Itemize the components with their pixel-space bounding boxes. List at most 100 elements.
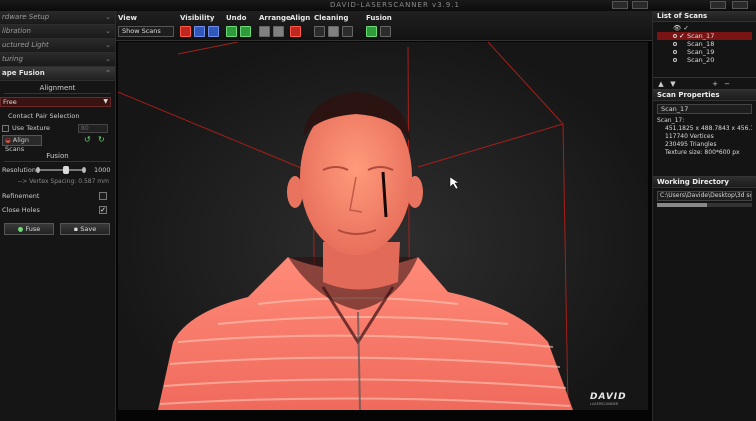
working-directory-scrollbar[interactable] xyxy=(657,203,752,207)
refinement-checkbox[interactable] xyxy=(99,192,107,200)
scan-list-header: 👁 ✓ xyxy=(657,24,752,32)
david-logo: DAVID xyxy=(590,392,627,402)
save-icon: ▪ xyxy=(73,225,79,233)
toolbar-label-undo: Undo xyxy=(226,14,247,22)
scan-list: 👁 ✓ ✓ Scan_17 Scan_18 Scan_19 Scan_20 xyxy=(653,22,756,78)
alignment-heading: Alignment xyxy=(4,83,111,94)
section-shape-fusion[interactable]: ape Fusion ⌃ xyxy=(0,67,115,81)
texture-threshold-input[interactable]: 80 xyxy=(78,124,108,133)
move-down-icon[interactable]: ▼ xyxy=(669,80,677,88)
undo-icon[interactable] xyxy=(226,26,237,37)
cleaning-select-icon[interactable] xyxy=(314,26,325,37)
main-toolbar: View Show Scans Visibility Undo Arrange … xyxy=(116,11,652,41)
close-holes-row: Close Holes ✓ xyxy=(0,204,115,216)
window-title: DAVID-LASERSCANNER v3.9.1 xyxy=(330,1,461,9)
resolution-slider[interactable] xyxy=(36,166,86,174)
close-holes-checkbox[interactable]: ✓ xyxy=(99,206,107,214)
list-item[interactable]: Scan_20 xyxy=(657,56,752,64)
close-holes-label: Close Holes xyxy=(2,206,40,214)
radio-icon[interactable] xyxy=(673,34,677,38)
slider-knob[interactable] xyxy=(62,166,69,174)
section-texturing[interactable]: turing ⌄ xyxy=(0,53,115,67)
list-item[interactable]: ✓ Scan_17 xyxy=(657,32,752,40)
scan-list-buttons: ▲ ▼ + − xyxy=(653,78,756,90)
property-line: 230495 Triangles xyxy=(665,141,717,148)
chevron-down-icon: ⌄ xyxy=(105,55,111,63)
left-panel: rdware Setup ⌄ libration ⌄ uctured Light ⌄ … xyxy=(0,11,116,421)
dropdown-arrow-icon: ▼ xyxy=(103,98,108,105)
fuse-button[interactable]: ● Fuse xyxy=(4,223,54,235)
visibility-texture-icon[interactable] xyxy=(208,26,219,37)
use-texture-checkbox[interactable] xyxy=(2,124,9,132)
fusion-export-icon[interactable] xyxy=(380,26,391,37)
toolbar-label-arrange: Arrange xyxy=(259,14,291,22)
section-calibration[interactable]: libration ⌄ xyxy=(0,25,115,39)
toolbar-label-cleaning: Cleaning xyxy=(314,14,349,22)
arrange-stack-icon[interactable] xyxy=(273,26,284,37)
resolution-row: Resolution 1000 xyxy=(0,164,115,176)
slider-min-knob xyxy=(36,167,40,173)
3d-viewport[interactable]: DAVID LASERSCANNER xyxy=(118,42,648,410)
resolution-label: Resolution xyxy=(2,166,36,174)
cleaning-cut-icon[interactable] xyxy=(342,26,353,37)
fusion-buttons: ● Fuse ▪ Save xyxy=(0,220,115,238)
toolbar-label-visibility: Visibility xyxy=(180,14,215,22)
refinement-row: Refinement xyxy=(0,190,115,202)
radio-icon[interactable] xyxy=(673,42,677,46)
section-structured-light[interactable]: uctured Light ⌄ xyxy=(0,39,115,53)
title-bar: DAVID-LASERSCANNER v3.9.1 xyxy=(0,0,756,11)
align-scans-button[interactable]: ◒ Align Scans xyxy=(2,135,42,153)
check-icon[interactable]: ✓ xyxy=(679,32,685,40)
align-magnet-icon[interactable] xyxy=(290,26,301,37)
david-logo-sub: LASERSCANNER xyxy=(590,402,619,406)
property-line: 451.1825 x 488.7843 x 456.1602 xyxy=(665,125,752,132)
fusion-globe-icon[interactable] xyxy=(366,26,377,37)
use-texture-label: Use Texture xyxy=(12,124,51,132)
show-scans-select[interactable]: Show Scans xyxy=(118,26,174,37)
check-all-icon[interactable]: ✓ xyxy=(683,24,688,32)
working-directory-field[interactable]: C:\Users\Davide\Desktop\3d scan xyxy=(657,191,752,201)
close-button[interactable] xyxy=(732,1,748,9)
settings-icon[interactable] xyxy=(612,1,628,9)
property-line: Texture size: 800*600 px xyxy=(665,149,740,156)
cleaning-erase-icon[interactable] xyxy=(328,26,339,37)
property-line: 117740 Vertices xyxy=(665,133,714,140)
mouse-cursor-icon xyxy=(449,176,460,190)
save-button[interactable]: ▪ Save xyxy=(60,223,110,235)
alignment-mode-select[interactable]: Free ▼ xyxy=(0,97,111,107)
working-directory: C:\Users\Davide\Desktop\3d scan xyxy=(653,188,756,210)
radio-icon[interactable] xyxy=(673,50,677,54)
rotate-right-icon[interactable]: ↻ xyxy=(98,134,105,146)
resolution-value: 1000 xyxy=(94,166,111,174)
scan-head xyxy=(287,92,423,255)
scan-name-field[interactable]: Scan_17 xyxy=(657,104,752,114)
refinement-label: Refinement xyxy=(2,192,40,200)
scan-properties: Scan_17 Scan_17: 451.1825 x 488.7843 x 4… xyxy=(653,101,756,177)
remove-icon[interactable]: − xyxy=(723,80,731,88)
section-hardware-setup[interactable]: rdware Setup ⌄ xyxy=(0,11,115,25)
visibility-blue-icon[interactable] xyxy=(194,26,205,37)
radio-icon[interactable] xyxy=(673,58,677,62)
minimize-button[interactable] xyxy=(710,1,726,9)
contact-pair-row[interactable]: Contact Pair Selection xyxy=(0,110,115,122)
list-item[interactable]: Scan_19 xyxy=(657,48,752,56)
magnet-icon: ◒ xyxy=(5,136,11,144)
use-texture-row: Use Texture 80 xyxy=(0,122,115,134)
redo-icon[interactable] xyxy=(240,26,251,37)
scan-properties-heading: Scan Properties xyxy=(653,90,756,101)
chevron-down-icon: ⌄ xyxy=(105,13,111,21)
move-up-icon[interactable]: ▲ xyxy=(657,80,665,88)
eye-icon[interactable]: 👁 xyxy=(673,24,681,32)
vertex-spacing-text: --> Vertex Spacing: 0.587 mm xyxy=(17,178,109,185)
toolbar-label-view: View xyxy=(118,14,137,22)
toolbar-label-fusion: Fusion xyxy=(366,14,392,22)
visibility-red-icon[interactable] xyxy=(180,26,191,37)
rotate-left-icon[interactable]: ↺ xyxy=(84,134,91,146)
fuse-icon: ● xyxy=(17,225,24,233)
list-item[interactable]: Scan_18 xyxy=(657,40,752,48)
arrange-grid-icon[interactable] xyxy=(259,26,270,37)
add-icon[interactable]: + xyxy=(711,80,719,88)
slider-max-knob xyxy=(82,167,86,173)
help-icon[interactable] xyxy=(632,1,648,9)
chevron-up-icon: ⌃ xyxy=(105,69,111,77)
